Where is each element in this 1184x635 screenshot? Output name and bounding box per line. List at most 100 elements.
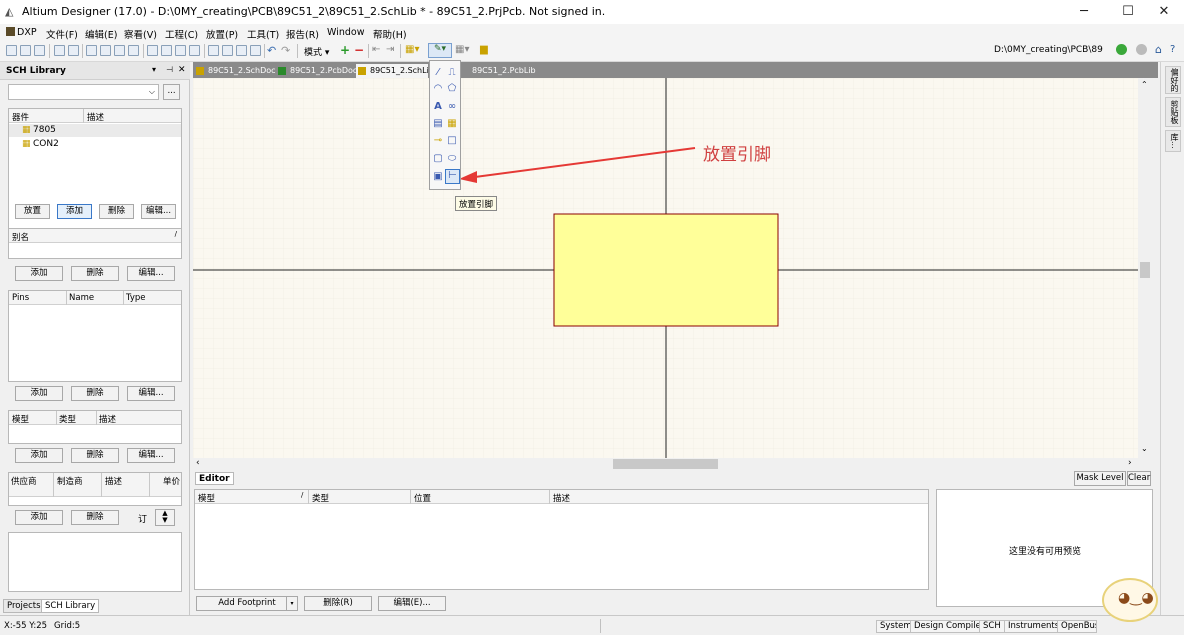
bezier-icon[interactable]: ⎍: [446, 67, 458, 79]
image-icon[interactable]: ▣: [432, 171, 444, 183]
status-instruments-button[interactable]: Instruments: [1004, 620, 1064, 633]
scroll-thumb-h[interactable]: [613, 459, 718, 469]
delete-model-button[interactable]: 删除: [71, 448, 119, 463]
add-footprint-button[interactable]: Add Footprint: [196, 596, 298, 611]
horizontal-scrollbar[interactable]: ‹ ›: [193, 458, 1138, 470]
scroll-left-icon[interactable]: ‹: [196, 458, 200, 468]
pin-icon[interactable]: ⊣: [166, 65, 173, 74]
close-button[interactable]: ✕: [1144, 0, 1184, 24]
save-icon[interactable]: [34, 45, 45, 56]
zoom-area-icon[interactable]: [128, 45, 139, 56]
status-openbus-button[interactable]: OpenBus调: [1057, 620, 1097, 633]
delete-component-button[interactable]: 删除: [99, 204, 134, 219]
layers-icon[interactable]: [86, 45, 97, 56]
add-icon[interactable]: +: [340, 43, 350, 57]
ellipse-icon[interactable]: ⬭: [446, 153, 458, 165]
arc-icon[interactable]: ◠: [432, 83, 444, 95]
print-preview-icon[interactable]: [68, 45, 79, 56]
tab-schdoc[interactable]: 89C51_2.SchDoc: [194, 64, 276, 78]
delete-model-editor-button[interactable]: 删除(R): [304, 596, 372, 611]
remove-icon[interactable]: −: [354, 43, 364, 57]
round-rectangle-icon[interactable]: ▢: [432, 153, 444, 165]
tab-favorites[interactable]: 偏好的: [1165, 66, 1181, 94]
tab-libraries[interactable]: 库...: [1165, 130, 1181, 152]
menu-item-tools[interactable]: 工具(T): [247, 27, 279, 41]
clear-button[interactable]: Clear: [1127, 471, 1151, 486]
rectangle-icon[interactable]: □: [446, 135, 458, 147]
place-pin-icon[interactable]: ⊢: [445, 169, 460, 184]
search-browse-button[interactable]: ...: [163, 84, 180, 100]
grid-icon[interactable]: ▦▾: [455, 44, 469, 55]
status-sch-button[interactable]: SCH: [979, 620, 1005, 633]
paste-icon[interactable]: [175, 45, 186, 56]
go-forward-icon[interactable]: [1116, 44, 1127, 55]
menu-item-file[interactable]: 文件(F): [46, 27, 78, 41]
list-item[interactable]: ▦ CON2: [9, 138, 181, 151]
text-icon[interactable]: A: [432, 101, 444, 113]
deselect-icon[interactable]: [236, 45, 247, 56]
scroll-up-icon[interactable]: ⌃: [1141, 80, 1148, 89]
tab-pcbdoc[interactable]: 89C51_2.PcbDoc: [276, 64, 357, 78]
text-frame-icon[interactable]: ▤: [432, 118, 444, 130]
delete-pin-button[interactable]: 删除: [71, 386, 119, 401]
tab-schlib[interactable]: 89C51_2.SchLib: [356, 64, 428, 78]
new-icon[interactable]: [6, 45, 17, 56]
mask-level-button[interactable]: Mask Level: [1074, 471, 1126, 486]
search-input[interactable]: ⌵: [8, 84, 159, 100]
scroll-thumb[interactable]: [1140, 262, 1150, 278]
open-doc-icon[interactable]: [100, 45, 111, 56]
undo-icon[interactable]: ↶: [267, 44, 276, 57]
order-stepper[interactable]: ▲ ▼: [155, 509, 175, 526]
edit-model-button[interactable]: 编辑...: [127, 448, 175, 463]
list-item[interactable]: ▦ 7805: [9, 124, 181, 137]
menu-item-reports[interactable]: 报告(R): [286, 27, 319, 41]
add-footprint-dropdown[interactable]: ▾: [286, 596, 298, 611]
add-part-icon[interactable]: ⊸: [432, 135, 444, 147]
status-design-compiler-button[interactable]: Design Compiler: [910, 620, 989, 633]
scroll-right-icon[interactable]: ›: [1128, 458, 1132, 468]
edit-component-button[interactable]: 编辑...: [141, 204, 176, 219]
redo-icon[interactable]: ↷: [281, 44, 290, 57]
add-supplier-button[interactable]: 添加: [15, 510, 63, 525]
menu-item-edit[interactable]: 编辑(E): [85, 27, 117, 41]
component-icon[interactable]: ▦▾: [405, 44, 419, 55]
scroll-down-icon[interactable]: ⌄: [1141, 444, 1148, 453]
home-icon[interactable]: ⌂: [1155, 43, 1162, 56]
new-component-icon[interactable]: ▦: [446, 118, 458, 130]
editor-tab[interactable]: Editor: [195, 472, 234, 485]
menu-item-place[interactable]: 放置(P): [206, 27, 238, 41]
menu-item-dxp[interactable]: DXP: [6, 27, 37, 38]
mode-dropdown[interactable]: 模式 ▾: [304, 45, 329, 58]
menu-item-project[interactable]: 工程(C): [165, 27, 198, 41]
add-model-button[interactable]: 添加: [15, 448, 63, 463]
move-icon[interactable]: [222, 45, 233, 56]
tab-sch-library[interactable]: SCH Library: [41, 599, 100, 613]
panel-close-icon[interactable]: ✕: [178, 65, 186, 75]
link-icon[interactable]: ∞: [446, 101, 458, 113]
delete-supplier-button[interactable]: 删除: [71, 510, 119, 525]
delete-alias-button[interactable]: 删除: [71, 266, 119, 281]
path-field[interactable]: D:\0MY_creating\PCB\89: [994, 45, 1106, 55]
schematic-canvas[interactable]: 放置引脚: [193, 78, 1138, 458]
next-icon[interactable]: ⇥: [386, 44, 394, 55]
add-component-button[interactable]: 添加: [57, 204, 92, 219]
tab-pcblib[interactable]: 89C51_2.PcbLib: [458, 64, 538, 78]
print-icon[interactable]: [54, 45, 65, 56]
tab-clipboard[interactable]: 剪贴板: [1165, 97, 1181, 127]
help-icon[interactable]: ?: [1170, 44, 1175, 55]
tab-projects[interactable]: Projects: [3, 599, 45, 613]
menu-item-help[interactable]: 帮助(H): [373, 27, 407, 41]
vertical-scrollbar[interactable]: ⌃ ⌄: [1138, 78, 1152, 458]
edit-model-editor-button[interactable]: 编辑(E)...: [378, 596, 446, 611]
clear-filter-icon[interactable]: [250, 45, 261, 56]
polygon-icon[interactable]: ⬠: [446, 83, 458, 95]
panel-menu-icon[interactable]: ▾: [152, 65, 156, 74]
drawing-tools-icon[interactable]: ✎▾: [428, 43, 452, 58]
zoom-fit-icon[interactable]: [114, 45, 125, 56]
place-button[interactable]: 放置: [15, 204, 50, 219]
rubber-stamp-icon[interactable]: [189, 45, 200, 56]
cut-icon[interactable]: [147, 45, 158, 56]
select-area-icon[interactable]: [208, 45, 219, 56]
prev-icon[interactable]: ⇤: [372, 44, 380, 55]
go-back-icon[interactable]: [1136, 44, 1147, 55]
